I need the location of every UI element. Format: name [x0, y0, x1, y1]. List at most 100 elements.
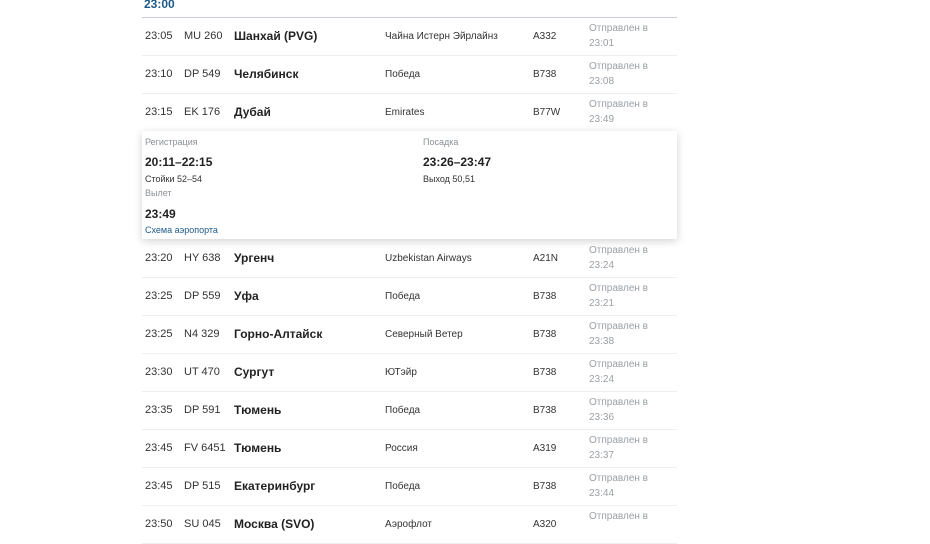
flight-destination: Москва (SVO)	[234, 517, 315, 531]
boarding-label: Посадка	[423, 137, 459, 147]
flight-status: Отправлен в 23:38	[589, 319, 669, 349]
flight-time: 23:35	[145, 404, 173, 416]
flight-airline: Победа	[385, 69, 421, 80]
flight-destination: Уфа	[234, 289, 259, 303]
boarding-time: 23:26–23:47	[423, 155, 492, 169]
departures-board: 23:00 23:05 MU 260 Шанхай (PVG) Чайна Ис…	[142, 0, 677, 544]
flight-time: 23:15	[145, 106, 173, 118]
flight-number: FV 6451	[184, 442, 226, 454]
flight-number: HY 638	[184, 252, 221, 264]
status-line2: 23:24	[589, 374, 615, 385]
hour-header: 23:00	[142, 0, 677, 18]
flight-airline: Emirates	[385, 107, 425, 118]
flight-row[interactable]: 23:35 DP 591 Тюмень Победа B738 Отправле…	[142, 392, 677, 430]
departure-time: 23:49	[145, 207, 176, 221]
flight-status: Отправлен в 23:24	[589, 243, 669, 273]
flight-number: N4 329	[184, 328, 220, 340]
flight-number: UT 470	[184, 366, 220, 378]
flight-destination: Дубай	[234, 105, 271, 119]
flight-number: MU 260	[184, 30, 223, 42]
flight-airline: ЮТэйр	[385, 367, 417, 378]
flight-time: 23:30	[145, 366, 173, 378]
flight-status: Отправлен в 23:01	[589, 21, 669, 51]
status-line1: Отправлен в	[589, 397, 648, 408]
flight-status: Отправлен в 23:21	[589, 281, 669, 311]
status-line1: Отправлен в	[589, 435, 648, 446]
flight-time: 23:45	[145, 480, 173, 492]
flight-row[interactable]: 23:10 DP 549 Челябинск Победа B738 Отпра…	[142, 56, 677, 94]
flight-row[interactable]: 23:50 SU 045 Москва (SVO) Аэрофлот A320 …	[142, 506, 677, 544]
flight-aircraft: B738	[533, 329, 557, 340]
registration-label: Регистрация	[145, 137, 198, 147]
flight-airline: Россия	[385, 443, 418, 454]
flight-aircraft: A319	[533, 443, 557, 454]
departure-label: Вылет	[145, 188, 172, 198]
flight-aircraft: B738	[533, 291, 557, 302]
flight-aircraft: B738	[533, 405, 557, 416]
status-line1: Отправлен в	[589, 61, 648, 72]
flight-status: Отправлен в 23:08	[589, 59, 669, 89]
flight-aircraft: B738	[533, 481, 557, 492]
status-line1: Отправлен в	[589, 359, 648, 370]
flight-time: 23:05	[145, 30, 173, 42]
status-line2: 23:24	[589, 260, 615, 271]
status-line2: 23:08	[589, 76, 615, 87]
status-line1: Отправлен в	[589, 99, 648, 110]
flight-airline: Северный Ветер	[385, 329, 463, 340]
flight-status: Отправлен в 23:37	[589, 433, 669, 463]
flight-number: DP 591	[184, 404, 221, 416]
checkin-counters: Стойки 52–54	[145, 174, 203, 184]
status-line1: Отправлен в	[589, 23, 648, 34]
status-line2: 23:44	[589, 488, 615, 499]
flight-airline: Победа	[385, 481, 421, 492]
flight-details-panel: Регистрация 20:11–22:15 Стойки 52–54 Пос…	[142, 131, 677, 239]
flight-number: DP 515	[184, 480, 221, 492]
flight-row[interactable]: 23:05 MU 260 Шанхай (PVG) Чайна Истерн Э…	[142, 18, 677, 56]
flight-status: Отправлен в 23:36	[589, 395, 669, 425]
flight-status: Отправлен в	[589, 509, 669, 524]
flight-aircraft: B738	[533, 367, 557, 378]
flight-destination: Тюмень	[234, 441, 282, 455]
flight-time: 23:45	[145, 442, 173, 454]
flight-time: 23:20	[145, 252, 173, 264]
flight-airline: Победа	[385, 291, 421, 302]
flight-time: 23:25	[145, 290, 173, 302]
flight-status: Отправлен в 23:44	[589, 471, 669, 501]
flight-row[interactable]: 23:25 DP 559 Уфа Победа B738 Отправлен в…	[142, 278, 677, 316]
flight-destination: Екатеринбург	[234, 479, 316, 493]
status-line2: 23:49	[589, 114, 615, 125]
flight-row[interactable]: 23:20 HY 638 Ургенч Uzbekistan Airways A…	[142, 240, 677, 278]
status-line2: 23:21	[589, 298, 615, 309]
flight-aircraft: B738	[533, 69, 557, 80]
status-line1: Отправлен в	[589, 321, 648, 332]
flight-destination: Челябинск	[234, 67, 299, 81]
flight-status: Отправлен в 23:24	[589, 357, 669, 387]
flight-number: DP 559	[184, 290, 221, 302]
flight-time: 23:25	[145, 328, 173, 340]
flight-aircraft: A21N	[533, 253, 559, 264]
flight-airline: Uzbekistan Airways	[385, 253, 472, 264]
flight-row-expanded[interactable]: 23:15 EK 176 Дубай Emirates B77W Отправл…	[142, 94, 677, 132]
flight-row[interactable]: 23:30 UT 470 Сургут ЮТэйр B738 Отправлен…	[142, 354, 677, 392]
flight-aircraft: B77W	[533, 107, 561, 118]
flight-row[interactable]: 23:45 FV 6451 Тюмень Россия A319 Отправл…	[142, 430, 677, 468]
status-line2: 23:36	[589, 412, 615, 423]
airport-map-link[interactable]: Схема аэропорта	[145, 225, 218, 235]
flight-airline: Чайна Истерн Эйрлайнз	[385, 31, 498, 42]
flight-status: Отправлен в 23:49	[589, 97, 669, 127]
status-line1: Отправлен в	[589, 245, 648, 256]
flight-row[interactable]: 23:45 DP 515 Екатеринбург Победа B738 От…	[142, 468, 677, 506]
flight-time: 23:10	[145, 68, 173, 80]
flight-destination: Тюмень	[234, 403, 282, 417]
flight-airline: Победа	[385, 405, 421, 416]
status-line1: Отправлен в	[589, 283, 648, 294]
flight-destination: Шанхай (PVG)	[234, 29, 318, 43]
flight-destination: Горно-Алтайск	[234, 327, 323, 341]
flight-aircraft: A332	[533, 31, 557, 42]
flight-row[interactable]: 23:25 N4 329 Горно-Алтайск Северный Вете…	[142, 316, 677, 354]
flight-destination: Сургут	[234, 365, 275, 379]
status-line1: Отправлен в	[589, 511, 648, 522]
flight-time: 23:50	[145, 518, 173, 530]
flight-number: DP 549	[184, 68, 221, 80]
status-line1: Отправлен в	[589, 473, 648, 484]
